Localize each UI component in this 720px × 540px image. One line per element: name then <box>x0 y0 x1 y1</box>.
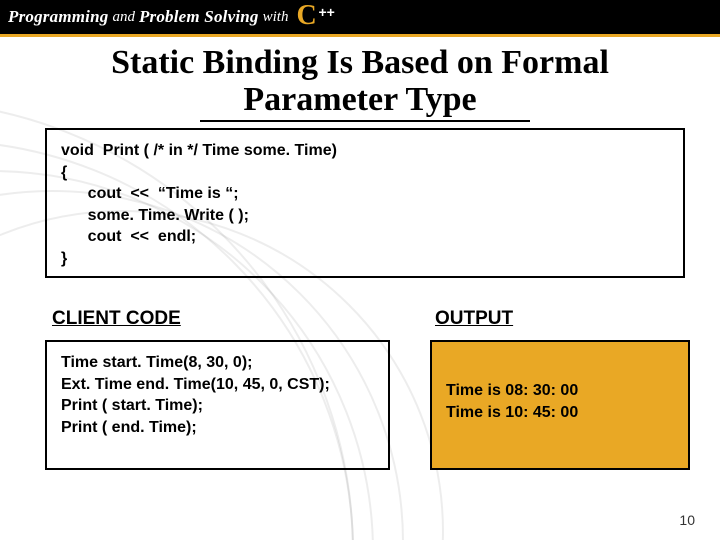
output-box: Time is 08: 30: 00 Time is 10: 45: 00 <box>430 340 690 470</box>
client-code-heading: CLIENT CODE <box>52 308 181 330</box>
cpp-plusplus-glyph: ++ <box>318 4 334 20</box>
brand-bar: Programming and Problem Solving with C +… <box>0 0 720 34</box>
brand-word-and: and <box>112 9 135 26</box>
title-line-2: Parameter Type <box>0 81 720 118</box>
cpp-logo: C ++ <box>296 2 340 32</box>
client-code-box: Time start. Time(8, 30, 0); Ext. Time en… <box>45 340 390 470</box>
cpp-c-glyph: C <box>296 2 316 30</box>
brand-accent-stripe <box>0 34 720 37</box>
brand-word-programming: Programming <box>8 7 108 27</box>
slide-title: Static Binding Is Based on Formal Parame… <box>0 44 720 119</box>
brand-word-with: with <box>263 9 289 26</box>
title-line-1: Static Binding Is Based on Formal <box>0 44 720 81</box>
output-heading: OUTPUT <box>435 308 513 330</box>
function-code-box: void Print ( /* in */ Time some. Time) {… <box>45 128 685 278</box>
slide-number: 10 <box>679 512 695 528</box>
brand-word-problem-solving: Problem Solving <box>139 7 259 27</box>
title-underline <box>200 120 530 122</box>
